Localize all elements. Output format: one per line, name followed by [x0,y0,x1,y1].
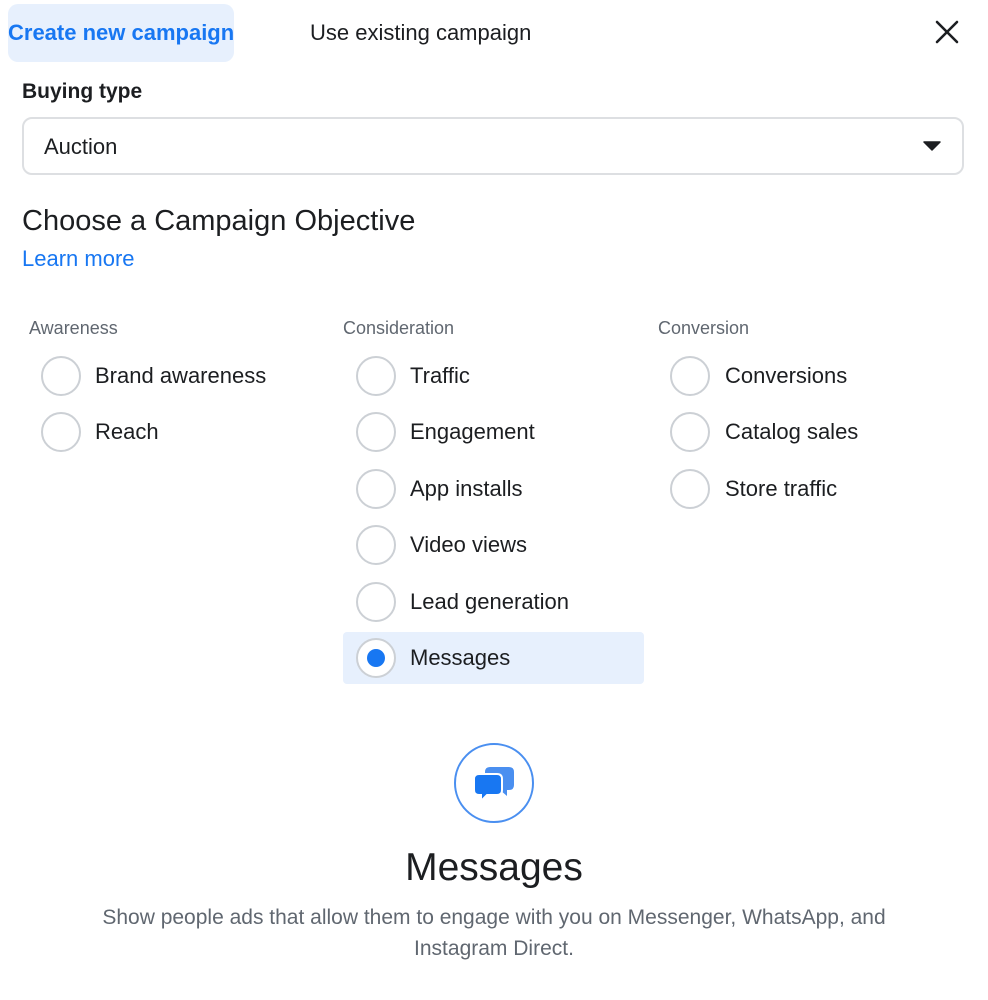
objective-option-video-views[interactable]: Video views [343,519,644,571]
objective-option-brand-awareness[interactable]: Brand awareness [29,350,319,402]
objective-option-app-installs[interactable]: App installs [343,463,644,515]
awareness-column-label: Awareness [29,318,118,338]
objective-option-conversions[interactable]: Conversions [658,350,958,402]
radio-button[interactable] [356,412,396,452]
objective-heading: Choose a Campaign Objective [22,205,416,237]
learn-more-link[interactable]: Learn more [22,246,135,272]
conversion-column-label: Conversion [658,318,750,338]
buying-type-select[interactable]: Auction [22,117,964,175]
radio-button[interactable] [41,412,81,452]
objective-option-reach[interactable]: Reach [29,406,319,458]
tab-use-existing-campaign[interactable]: Use existing campaign [290,4,551,62]
objective-description-title: Messages [405,846,583,889]
close-icon[interactable] [933,18,961,46]
chevron-down-icon [923,141,941,151]
objective-option-messages[interactable]: Messages [343,632,644,684]
option-label: Video views [410,532,527,557]
objective-option-store-traffic[interactable]: Store traffic [658,463,958,515]
option-label: Brand awareness [95,363,267,388]
objective-option-traffic[interactable]: Traffic [343,350,644,402]
radio-button[interactable] [670,469,710,509]
option-label: Messages [410,645,511,670]
objective-description-text: Show people ads that allow them to engag… [102,906,886,960]
objective-option-lead-generation[interactable]: Lead generation [343,576,644,628]
option-label: App installs [410,476,523,501]
buying-type-value: Auction [44,134,118,159]
radio-button-selected[interactable] [356,638,396,678]
option-label: Engagement [410,419,535,444]
buying-type-label: Buying type [22,80,143,103]
option-label: Catalog sales [725,419,859,444]
objective-option-engagement[interactable]: Engagement [343,406,644,458]
messages-icon [454,743,534,823]
radio-button[interactable] [670,356,710,396]
objective-option-catalog-sales[interactable]: Catalog sales [658,406,958,458]
option-label: Traffic [410,363,470,388]
radio-button[interactable] [670,412,710,452]
radio-button[interactable] [356,525,396,565]
radio-button[interactable] [356,582,396,622]
option-label: Conversions [725,363,848,388]
radio-button[interactable] [356,356,396,396]
option-label: Store traffic [725,476,838,501]
consideration-column-label: Consideration [343,318,455,338]
radio-button[interactable] [41,356,81,396]
campaign-tabs: Create new campaign Use existing campaig… [8,4,988,64]
option-label: Lead generation [410,589,570,614]
tab-create-new-campaign[interactable]: Create new campaign [8,4,234,62]
radio-button[interactable] [356,469,396,509]
radio-dot [367,649,385,667]
option-label: Reach [95,419,159,444]
